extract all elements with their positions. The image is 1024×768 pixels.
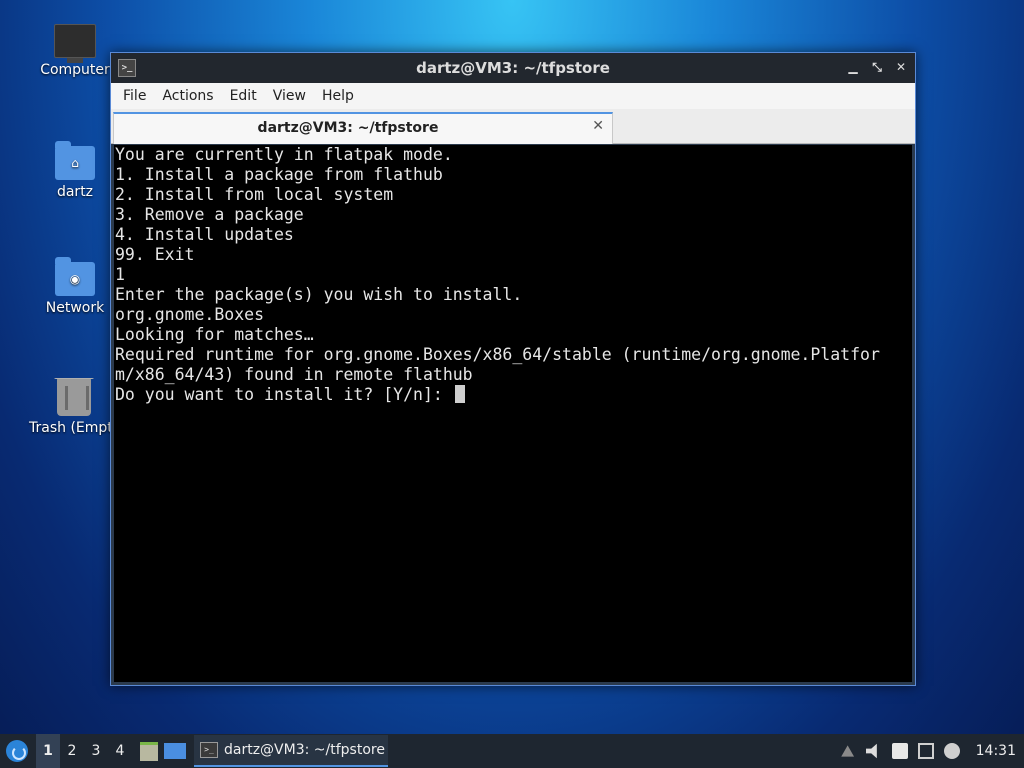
network-icon[interactable] [917, 743, 934, 759]
desktop-icon-network[interactable]: ◉ Network [27, 257, 123, 316]
minimize-icon[interactable]: ▁ [845, 59, 861, 75]
terminal-prompt: Do you want to install it? [Y/n]: [115, 385, 453, 404]
system-tray: 14:31 [840, 743, 1024, 759]
tab-label: dartz@VM3: ~/tfpstore [257, 120, 439, 136]
start-menu-icon[interactable] [6, 740, 28, 762]
desktop-icon-computer[interactable]: Computer [27, 24, 123, 78]
terminal-line: 2. Install from local system [115, 185, 394, 204]
close-icon[interactable]: ✕ [893, 59, 909, 75]
terminal-line: Looking for matches… [115, 325, 314, 344]
terminal-line: Required runtime for org.gnome.Boxes/x86… [115, 345, 880, 364]
volume-icon[interactable] [865, 743, 877, 759]
desktop-icon-home[interactable]: ⌂ dartz [27, 141, 123, 200]
terminal-app-icon[interactable]: >_ [118, 59, 136, 77]
terminal-line: org.gnome.Boxes [115, 305, 265, 324]
menu-view[interactable]: View [265, 88, 314, 104]
desktop-icon-trash[interactable]: Trash (Empt [22, 378, 114, 436]
menubar: File Actions Edit View Help [111, 83, 915, 109]
terminal-line: 1 [115, 265, 125, 284]
taskbar: 1 2 3 4 >_ dartz@VM3: ~/tfpstore 14:31 [0, 734, 1024, 768]
workspace-4[interactable]: 4 [108, 743, 132, 759]
clipboard-icon[interactable] [891, 743, 908, 759]
terminal-line: 3. Remove a package [115, 205, 304, 224]
desktop-icon-label: dartz [56, 184, 94, 200]
file-manager-icon[interactable] [140, 741, 158, 761]
terminal-line: 99. Exit [115, 245, 195, 264]
window-titlebar[interactable]: >_ dartz@VM3: ~/tfpstore ▁ ⤡ ✕ [111, 53, 915, 83]
task-label: dartz@VM3: ~/tfpstore [224, 742, 385, 758]
terminal-line: 1. Install a package from flathub [115, 165, 443, 184]
workspace-3[interactable]: 3 [84, 743, 108, 759]
desktop-icon-label: Network [45, 300, 105, 316]
desktop-icon-label: Computer [40, 62, 110, 78]
terminal-output[interactable]: You are currently in flatpak mode. 1. In… [114, 145, 912, 682]
tray-arrow-icon[interactable] [841, 745, 855, 757]
tab-terminal[interactable]: dartz@VM3: ~/tfpstore ✕ [113, 112, 613, 144]
workspace-2[interactable]: 2 [60, 743, 84, 759]
update-notifier-icon[interactable] [943, 743, 960, 759]
terminal-line: You are currently in flatpak mode. [115, 145, 453, 164]
terminal-line: m/x86_64/43) found in remote flathub [115, 365, 473, 384]
computer-icon [54, 24, 96, 63]
menu-help[interactable]: Help [314, 88, 362, 104]
show-desktop-icon[interactable] [164, 743, 186, 759]
tab-strip: dartz@VM3: ~/tfpstore ✕ [111, 109, 915, 144]
text-cursor [454, 385, 465, 403]
trash-icon [54, 378, 94, 416]
terminal-line: Enter the package(s) you wish to install… [115, 285, 523, 304]
menu-file[interactable]: File [115, 88, 154, 104]
window-title: dartz@VM3: ~/tfpstore [416, 59, 610, 77]
menu-edit[interactable]: Edit [222, 88, 265, 104]
network-folder-icon: ◉ [55, 257, 95, 296]
terminal-task-icon: >_ [200, 742, 218, 758]
workspace-1[interactable]: 1 [36, 734, 60, 768]
terminal-prompt-line: Do you want to install it? [Y/n]: [114, 385, 912, 405]
menu-actions[interactable]: Actions [154, 88, 221, 104]
terminal-line: 4. Install updates [115, 225, 294, 244]
home-folder-icon: ⌂ [55, 141, 95, 180]
clock[interactable]: 14:31 [976, 743, 1016, 759]
maximize-icon[interactable]: ⤡ [869, 59, 885, 75]
taskbar-task-terminal[interactable]: >_ dartz@VM3: ~/tfpstore [194, 735, 388, 767]
desktop-icon-label: Trash (Empt [29, 420, 113, 436]
tab-close-icon[interactable]: ✕ [592, 118, 604, 134]
terminal-window: >_ dartz@VM3: ~/tfpstore ▁ ⤡ ✕ File Acti… [110, 52, 916, 686]
